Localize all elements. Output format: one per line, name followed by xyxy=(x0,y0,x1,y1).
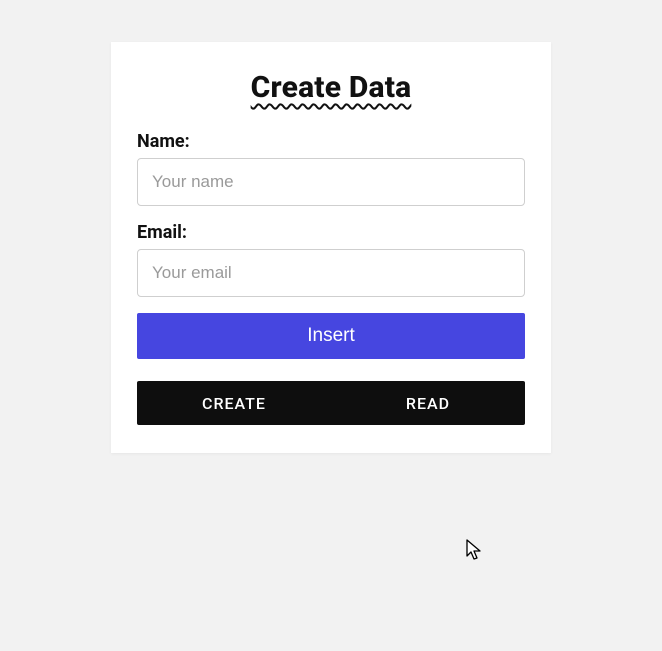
email-label: Email: xyxy=(137,222,525,243)
page-title: Create Data xyxy=(137,70,525,105)
cursor-icon xyxy=(466,539,484,561)
email-input[interactable] xyxy=(137,249,525,297)
form-card: Create Data Name: Email: Insert CREATE R… xyxy=(111,42,551,453)
nav-bar: CREATE READ xyxy=(137,381,525,425)
insert-button[interactable]: Insert xyxy=(137,313,525,359)
nav-create-link[interactable]: CREATE xyxy=(137,381,331,425)
name-label: Name: xyxy=(137,131,525,152)
nav-read-link[interactable]: READ xyxy=(331,381,525,425)
name-input[interactable] xyxy=(137,158,525,206)
